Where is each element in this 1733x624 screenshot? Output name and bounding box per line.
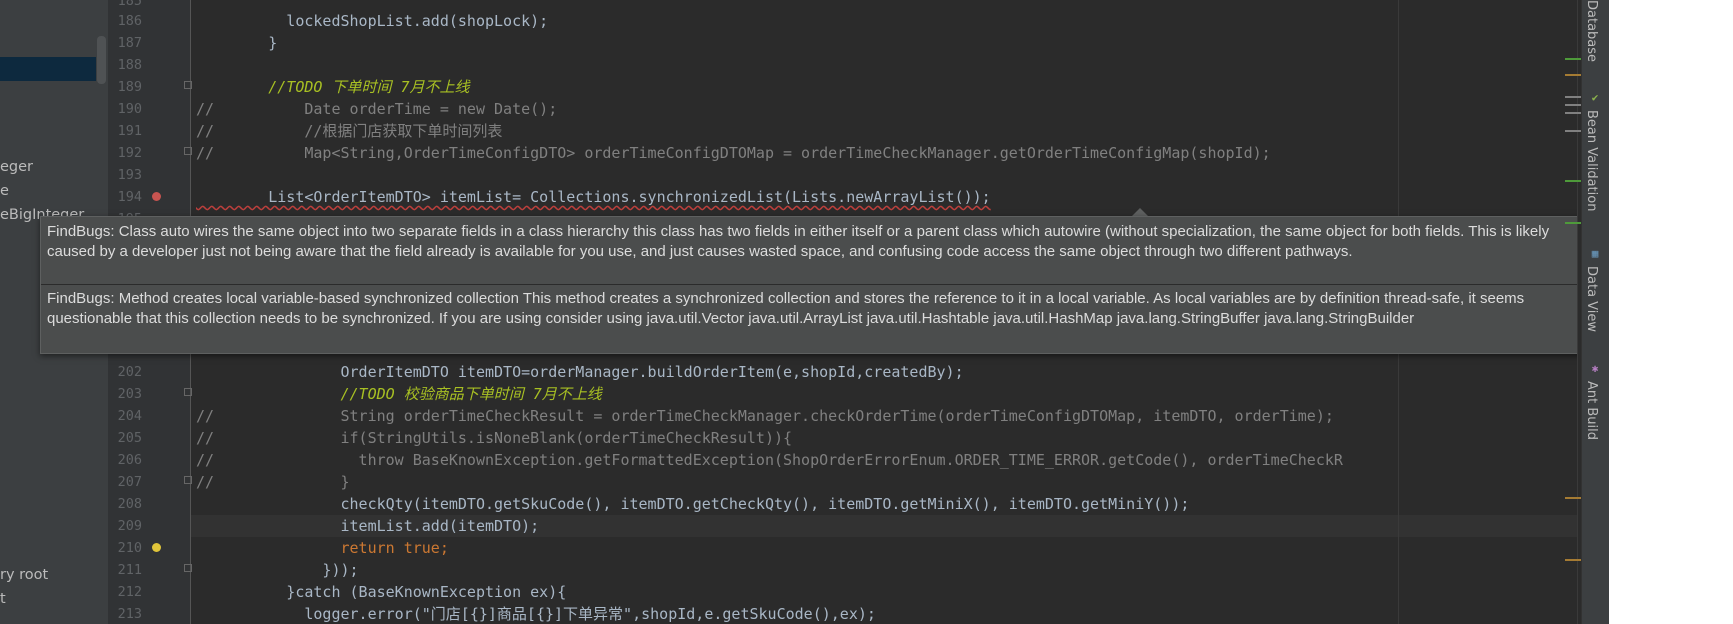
code-text: lockedShopList.add(shopLock); — [196, 12, 549, 30]
stripe-marker[interactable] — [1565, 559, 1581, 561]
code-text: checkQty(itemDTO.getSkuCode(), itemDTO.g… — [196, 495, 1190, 513]
line-number: 192 — [117, 145, 142, 161]
line-number: 186 — [117, 13, 142, 29]
stripe-marker[interactable] — [1565, 58, 1581, 60]
project-tree-selection[interactable] — [0, 57, 96, 81]
code-line: //TODO 校验商品下单时间 7月不上线 — [196, 383, 602, 405]
project-tree-item[interactable]: e — [0, 181, 9, 201]
code-line: // //根据门店获取下单时间列表 — [196, 120, 502, 142]
code-keyword-line: return true; — [196, 539, 449, 557]
tooltip-arrow — [1132, 208, 1148, 216]
stripe-marker[interactable] — [1565, 180, 1581, 182]
line-number: 190 — [117, 101, 142, 117]
line-number: 189 — [117, 79, 142, 95]
ide-window: eger e eBigInteger ry root t 185 186 187… — [0, 0, 1609, 624]
commented-code: // Map<String,OrderTimeConfigDTO> orderT… — [196, 144, 1271, 162]
code-line: checkQty(itemDTO.getSkuCode(), itemDTO.g… — [196, 493, 1189, 515]
fold-marker[interactable] — [184, 388, 192, 396]
line-number: 194 — [117, 189, 142, 205]
project-tree-item[interactable]: eger — [0, 157, 33, 177]
tooltip-divider — [41, 284, 1586, 285]
code-text: OrderItemDTO itemDTO=orderManager.buildO… — [196, 363, 964, 381]
commented-code: // } — [196, 473, 350, 491]
bean-validation-icon: ✔ — [1591, 91, 1599, 104]
commented-code: // //根据门店获取下单时间列表 — [196, 122, 503, 140]
line-number: 210 — [117, 540, 142, 556]
code-line: // if(StringUtils.isNoneBlank(orderTimeC… — [196, 427, 792, 449]
line-number: 191 — [117, 123, 142, 139]
data-view-icon: ▦ — [1591, 247, 1599, 260]
stripe-marker[interactable] — [1565, 104, 1581, 106]
code-line: return true; — [196, 537, 449, 559]
code-text: itemList.add(itemDTO); — [196, 517, 540, 535]
commented-code: // Date orderTime = new Date(); — [196, 100, 558, 118]
todo-comment: //TODO 校验商品下单时间 7月不上线 — [196, 385, 602, 403]
line-number: 188 — [117, 57, 142, 73]
code-line: List<OrderItemDTO> itemList= Collections… — [196, 186, 991, 208]
fold-marker[interactable] — [184, 147, 192, 155]
code-line: // Map<String,OrderTimeConfigDTO> orderT… — [196, 142, 1271, 164]
fold-marker[interactable] — [184, 476, 192, 484]
stripe-marker[interactable] — [1565, 130, 1581, 132]
code-line: }catch (BaseKnownException ex){ — [196, 581, 566, 603]
code-line: logger.error("门店[{}]商品[{}]下单异常",shopId,e… — [196, 603, 876, 624]
tooltip-message: FindBugs: Method creates local variable-… — [47, 290, 1525, 327]
code-line: // } — [196, 471, 350, 493]
commented-code: // String orderTimeCheckResult = orderTi… — [196, 407, 1334, 425]
line-number: 202 — [117, 364, 142, 380]
code-line: //TODO 下单时间 7月不上线 — [196, 76, 470, 98]
code-line: // String orderTimeCheckResult = orderTi… — [196, 405, 1334, 427]
line-number: 207 — [117, 474, 142, 490]
code-line: // throw BaseKnownException.getFormatted… — [196, 449, 1343, 471]
stripe-marker[interactable] — [1565, 74, 1581, 76]
fold-marker[interactable] — [184, 564, 192, 572]
intention-bulb-icon[interactable] — [152, 543, 161, 552]
line-number: 187 — [117, 35, 142, 51]
line-number: 209 — [117, 518, 142, 534]
stripe-marker[interactable] — [1565, 112, 1581, 114]
code-text-warning: List<OrderItemDTO> itemList= Collections… — [196, 188, 991, 206]
line-number: 212 — [117, 584, 142, 600]
fold-marker[interactable] — [184, 81, 192, 89]
tool-tab-data-view[interactable]: Data View — [1584, 266, 1599, 332]
code-line: OrderItemDTO itemDTO=orderManager.buildO… — [196, 361, 964, 383]
tool-tab-bean-validation[interactable]: Bean Validation — [1584, 110, 1599, 211]
tooltip-message: FindBugs: Class auto wires the same obje… — [47, 223, 1550, 260]
findbugs-tooltip: FindBugs: Class auto wires the same obje… — [40, 216, 1587, 354]
line-number: 205 — [117, 430, 142, 446]
project-tree-item[interactable]: ry root — [0, 565, 48, 585]
findbugs-bug-icon[interactable] — [152, 192, 161, 201]
project-tree-item[interactable]: t — [0, 589, 6, 609]
code-text: logger.error("门店[{}]商品[{}]下单异常",shopId,e… — [196, 605, 876, 623]
code-line: itemList.add(itemDTO); — [196, 515, 539, 537]
stripe-marker[interactable] — [1565, 497, 1581, 499]
line-number: 211 — [117, 562, 142, 578]
todo-comment: //TODO 下单时间 7月不上线 — [196, 78, 470, 96]
code-line: // Date orderTime = new Date(); — [196, 98, 557, 120]
line-number: 193 — [117, 167, 142, 183]
code-text: } — [196, 34, 278, 52]
code-line: })); — [196, 559, 359, 581]
line-number: 203 — [117, 386, 142, 402]
code-line: } — [196, 32, 277, 54]
code-text: }catch (BaseKnownException ex){ — [196, 583, 567, 601]
tool-tab-ant-build[interactable]: Ant Build — [1584, 381, 1599, 440]
line-number: 208 — [117, 496, 142, 512]
stripe-marker[interactable] — [1565, 222, 1581, 224]
commented-code: // if(StringUtils.isNoneBlank(orderTimeC… — [196, 429, 793, 447]
stripe-marker[interactable] — [1565, 96, 1581, 98]
line-number: 206 — [117, 452, 142, 468]
ant-build-icon: ✱ — [1591, 362, 1599, 375]
line-number: 213 — [117, 606, 142, 622]
tool-tab-database[interactable]: Database — [1584, 0, 1599, 62]
commented-code: // throw BaseKnownException.getFormatted… — [196, 451, 1343, 469]
project-panel-scrollbar[interactable] — [97, 36, 106, 84]
code-line: lockedShopList.add(shopLock); — [196, 10, 548, 32]
code-text: })); — [196, 561, 359, 579]
line-number: 204 — [117, 408, 142, 424]
